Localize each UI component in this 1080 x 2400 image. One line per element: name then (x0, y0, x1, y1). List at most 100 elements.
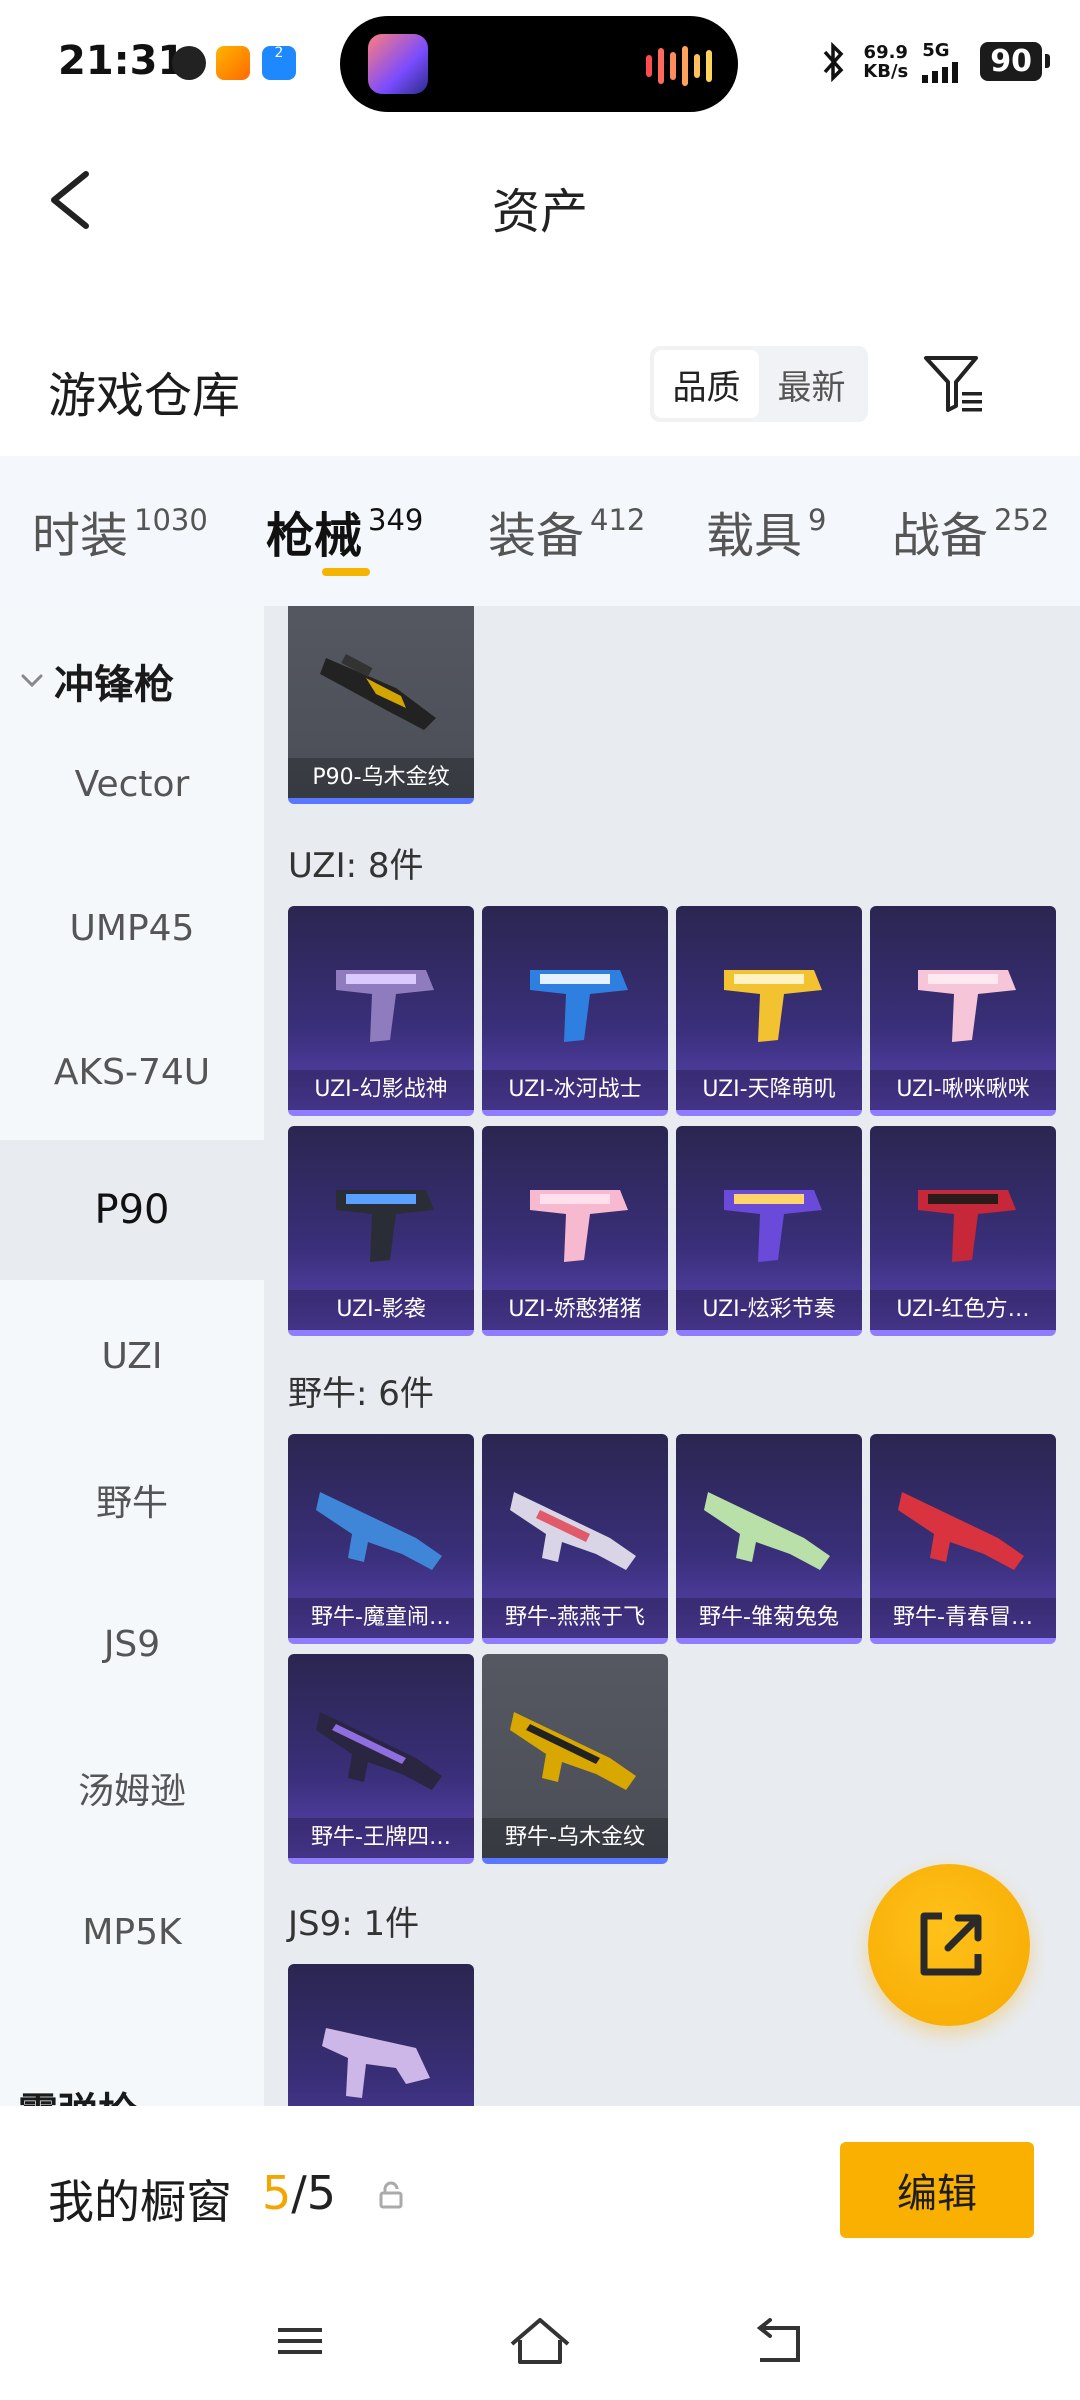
sidebar-group-smg[interactable]: 冲锋枪 (18, 652, 174, 710)
network-speed: 69.9 KB/s (863, 41, 909, 82)
sidebar-item-vector[interactable]: Vector (0, 714, 264, 854)
app-notification-icon (172, 46, 206, 80)
card-label: P90-乌木金纹 (288, 758, 474, 798)
weapon-card[interactable]: 野牛-燕燕于飞 (482, 1434, 668, 1644)
filter-button[interactable] (920, 350, 988, 418)
status-bar: 21:31 2 69.9 KB/s 5G 90 (0, 0, 1080, 120)
uzi-gun-icon (336, 1190, 434, 1262)
card-label: 野牛-雏菊兔兔 (676, 1598, 862, 1638)
tab-fashion[interactable]: 时装 1030 (32, 496, 208, 566)
showcase-count: 5/5 (262, 2166, 337, 2220)
audio-wave-icon (646, 46, 712, 86)
sidebar-item-ump45[interactable]: UMP45 (0, 858, 264, 998)
filter-icon (924, 356, 982, 412)
battery-indicator: 90 (980, 42, 1050, 81)
signal-bars-icon (922, 62, 959, 83)
bison-gun-icon (704, 1492, 830, 1570)
weapon-card[interactable]: UZI-红色方… (870, 1126, 1056, 1336)
tab-count: 349 (368, 503, 424, 537)
tab-firearms[interactable]: 枪械 349 (266, 496, 423, 566)
signal-indicator: 5G (922, 40, 966, 83)
weapon-card[interactable]: 野牛-王牌四… (288, 1654, 474, 1864)
weapon-card[interactable]: UZI-幻影战神 (288, 906, 474, 1116)
weapon-card[interactable]: 野牛-魔童闹… (288, 1434, 474, 1644)
sort-by-quality[interactable]: 品质 (654, 350, 759, 418)
tab-supplies[interactable]: 战备 252 (892, 496, 1049, 566)
uzi-gun-icon (724, 1190, 822, 1262)
weapon-card[interactable]: 野牛-雏菊兔兔 (676, 1434, 862, 1644)
category-tabs: 时装 1030 枪械 349 装备 412 载具 9 战备 252 (0, 456, 1080, 606)
lock-icon (379, 2181, 403, 2209)
tab-vehicles[interactable]: 载具 9 (706, 496, 826, 566)
active-tab-indicator (322, 568, 370, 576)
weapon-card[interactable]: UZI-娇憨猪猪 (482, 1126, 668, 1336)
sidebar-item-thompson[interactable]: 汤姆逊 (0, 1718, 264, 1858)
tab-count: 412 (590, 503, 646, 537)
home-icon[interactable] (500, 2306, 580, 2376)
weapon-card[interactable]: UZI-炫彩节奏 (676, 1126, 862, 1336)
system-navigation-bar (0, 2296, 1080, 2400)
card-label: UZI-啾咪啾咪 (870, 1070, 1056, 1110)
edit-button[interactable]: 编辑 (840, 2142, 1034, 2238)
warehouse-title: 游戏仓库 (48, 368, 241, 424)
card-label: UZI-炫彩节奏 (676, 1290, 862, 1330)
sidebar-item-p90[interactable]: P90 (0, 1140, 264, 1280)
sidebar-item-js9[interactable]: JS9 (0, 1574, 264, 1714)
uzi-gun-icon (918, 970, 1016, 1042)
share-icon (920, 1912, 982, 1976)
weapon-card[interactable]: UZI-冰河战士 (482, 906, 668, 1116)
card-label: 野牛-魔童闹… (288, 1598, 474, 1638)
sidebar-group-shotgun[interactable]: 霰弹枪 (0, 2080, 264, 2106)
sidebar-item-bison[interactable]: 野牛 (0, 1430, 264, 1570)
sidebar-item-mp5k[interactable]: MP5K (0, 1862, 264, 2002)
card-label: UZI-影袭 (288, 1290, 474, 1330)
tab-equipment[interactable]: 装备 412 (488, 496, 645, 566)
now-playing-artwork (368, 34, 428, 94)
uzi-gun-icon (530, 970, 628, 1042)
card-label: UZI-幻影战神 (288, 1070, 474, 1110)
sort-by-newest[interactable]: 最新 (759, 350, 864, 418)
tab-count: 1030 (134, 503, 208, 537)
p90-gun-icon (320, 653, 436, 730)
status-right: 69.9 KB/s 5G 90 (819, 40, 1050, 83)
bison-gun-icon (316, 1492, 442, 1570)
bison-gun-icon (510, 1492, 636, 1570)
weapon-card[interactable]: 野牛-青春冒… (870, 1434, 1056, 1644)
uzi-gun-icon (336, 970, 434, 1042)
uzi-gun-icon (724, 970, 822, 1042)
back-nav-icon[interactable] (740, 2306, 820, 2376)
card-label: UZI-娇憨猪猪 (482, 1290, 668, 1330)
showcase-bar: 我的橱窗 5/5 编辑 (0, 2106, 1080, 2296)
weapon-card[interactable]: UZI-影袭 (288, 1126, 474, 1336)
nav-header: 资产 (0, 120, 1080, 280)
section-title-bison: 野牛: 6件 (288, 1374, 434, 1414)
uzi-gun-icon (530, 1190, 628, 1262)
card-label: 野牛-燕燕于飞 (482, 1598, 668, 1638)
bison-gun-icon (510, 1712, 636, 1790)
js9-gun-icon (322, 2028, 430, 2098)
page-title: 资产 (491, 184, 588, 240)
card-label: 野牛-青春冒… (870, 1598, 1056, 1638)
card-label: UZI-冰河战士 (482, 1070, 668, 1110)
dynamic-island[interactable] (340, 16, 738, 112)
sidebar-item-aks74u[interactable]: AKS-74U (0, 1002, 264, 1142)
bluetooth-icon (823, 41, 844, 82)
weapon-card[interactable]: UZI-啾咪啾咪 (870, 906, 1056, 1116)
status-time: 21:31 (58, 38, 186, 84)
card-label: 野牛-乌木金纹 (482, 1818, 668, 1858)
showcase-label: 我的橱窗 (48, 2175, 232, 2229)
sort-toggle: 品质 最新 (650, 346, 868, 422)
weapon-type-sidebar: 冲锋枪 Vector UMP45 AKS-74U P90 UZI 野牛 JS9 … (0, 606, 264, 2106)
weapon-card[interactable]: UZI-天降萌叽 (676, 906, 862, 1116)
share-button[interactable] (868, 1864, 1030, 2026)
weapon-card[interactable]: P90-乌木金纹 (288, 606, 474, 804)
uzi-gun-icon (918, 1190, 1016, 1262)
weapon-card[interactable] (288, 1964, 474, 2106)
sidebar-item-uzi[interactable]: UZI (0, 1286, 264, 1426)
game-app-icon (216, 46, 250, 80)
notification-badge: 2 (274, 45, 284, 61)
weapon-card[interactable]: 野牛-乌木金纹 (482, 1654, 668, 1864)
menu-icon[interactable] (260, 2306, 340, 2376)
bison-gun-icon (316, 1712, 442, 1790)
section-title-uzi: UZI: 8件 (288, 846, 424, 886)
